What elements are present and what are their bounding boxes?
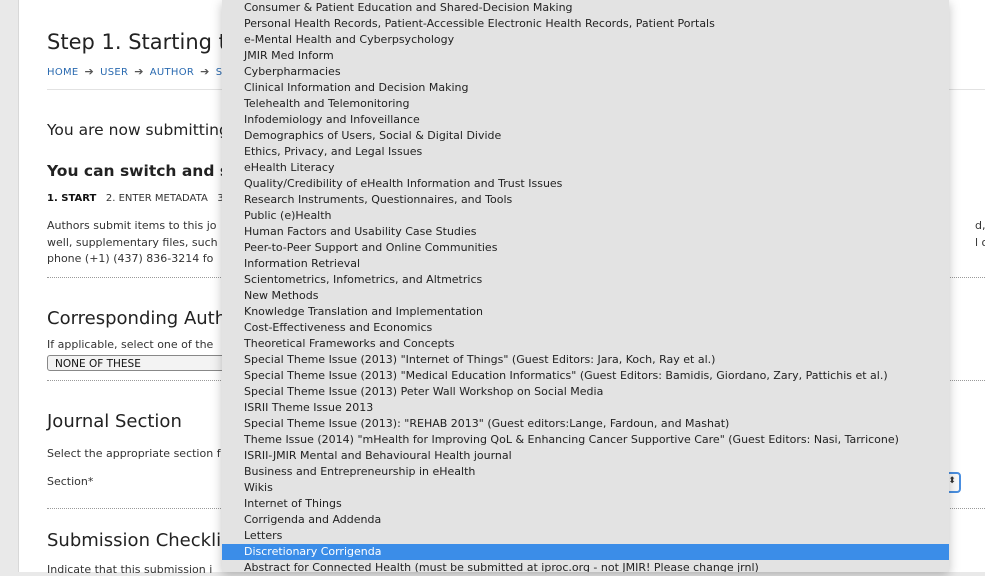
- dropdown-option[interactable]: Special Theme Issue (2013) Peter Wall Wo…: [222, 384, 949, 400]
- step-enter-metadata[interactable]: 2. ENTER METADATA: [106, 193, 208, 204]
- corresponding-author-select[interactable]: NONE OF THESE: [47, 355, 237, 371]
- breadcrumb: HOME➔USER➔AUTHOR➔SU: [47, 65, 230, 78]
- breadcrumb-home[interactable]: HOME: [47, 67, 79, 78]
- dropdown-option[interactable]: e-Mental Health and Cyberpsychology: [222, 32, 949, 48]
- dropdown-option[interactable]: Scientometrics, Infometrics, and Altmetr…: [222, 272, 949, 288]
- dropdown-option[interactable]: Consumer & Patient Education and Shared-…: [222, 0, 949, 16]
- dropdown-option[interactable]: Business and Entrepreneurship in eHealth: [222, 464, 949, 480]
- dropdown-option[interactable]: Theoretical Frameworks and Concepts: [222, 336, 949, 352]
- dropdown-option[interactable]: Knowledge Translation and Implementation: [222, 304, 949, 320]
- dropdown-option[interactable]: New Methods: [222, 288, 949, 304]
- journal-section-instruction: Select the appropriate section f: [47, 447, 221, 460]
- dropdown-option[interactable]: Internet of Things: [222, 496, 949, 512]
- paragraph-line-3: phone (+1) (437) 836-3214 fo: [47, 252, 214, 265]
- arrow-right-icon: ➔: [134, 65, 144, 78]
- dropdown-option[interactable]: Research Instruments, Questionnaires, an…: [222, 192, 949, 208]
- section-label: Section*: [47, 475, 94, 488]
- paragraph-line-2: well, supplementary files, such: [47, 235, 218, 249]
- dropdown-option[interactable]: Cyberpharmacies: [222, 64, 949, 80]
- paragraph-line-2-end: l or: [975, 235, 985, 249]
- dropdown-option[interactable]: Special Theme Issue (2013): "REHAB 2013"…: [222, 416, 949, 432]
- dropdown-option[interactable]: ISRII-JMIR Mental and Behavioural Health…: [222, 448, 949, 464]
- dropdown-option-selected[interactable]: Discretionary Corrigenda: [222, 544, 949, 560]
- dropdown-option[interactable]: eHealth Literacy: [222, 160, 949, 176]
- step-start[interactable]: 1. START: [47, 193, 96, 204]
- dropdown-option[interactable]: Quality/Credibility of eHealth Informati…: [222, 176, 949, 192]
- paragraph-line-1-end: d, as: [975, 219, 985, 232]
- breadcrumb-user[interactable]: USER: [100, 67, 128, 78]
- dropdown-option[interactable]: Abstract for Connected Health (must be s…: [222, 560, 949, 572]
- dropdown-option[interactable]: Special Theme Issue (2013) "Internet of …: [222, 352, 949, 368]
- switch-heading: You can switch and su: [47, 162, 241, 180]
- dropdown-option[interactable]: ISRII Theme Issue 2013: [222, 400, 949, 416]
- dropdown-option[interactable]: Human Factors and Usability Case Studies: [222, 224, 949, 240]
- journal-section-heading: Journal Section: [47, 411, 182, 432]
- dropdown-option[interactable]: Theme Issue (2014) "mHealth for Improvin…: [222, 432, 949, 448]
- arrow-right-icon: ➔: [84, 65, 95, 78]
- dropdown-option[interactable]: Peer-to-Peer Support and Online Communit…: [222, 240, 949, 256]
- dropdown-option[interactable]: Demographics of Users, Social & Digital …: [222, 128, 949, 144]
- dropdown-option[interactable]: Telehealth and Telemonitoring: [222, 96, 949, 112]
- section-dropdown-list[interactable]: Consumer & Patient Education and Shared-…: [222, 0, 949, 572]
- dropdown-option[interactable]: Clinical Information and Decision Making: [222, 80, 949, 96]
- corresponding-author-heading: Corresponding Auth: [47, 308, 227, 329]
- checklist-instruction: Indicate that this submission i: [47, 563, 213, 576]
- dropdown-option[interactable]: Cost-Effectiveness and Economics: [222, 320, 949, 336]
- dropdown-option[interactable]: Personal Health Records, Patient-Accessi…: [222, 16, 949, 32]
- dropdown-option[interactable]: Information Retrieval: [222, 256, 949, 272]
- dropdown-option[interactable]: Special Theme Issue (2013) "Medical Educ…: [222, 368, 949, 384]
- paragraph-line-1: Authors submit items to this jo: [47, 219, 217, 232]
- dropdown-option[interactable]: Infodemiology and Infoveillance: [222, 112, 949, 128]
- lead-text: You are now submitting: [47, 121, 229, 139]
- submission-checklist-heading: Submission Checkli: [47, 530, 222, 551]
- dropdown-option[interactable]: Public (e)Health: [222, 208, 949, 224]
- arrow-right-icon: ➔: [200, 65, 210, 78]
- breadcrumb-author[interactable]: AUTHOR: [150, 67, 194, 78]
- corresponding-instruction: If applicable, select one of the: [47, 338, 214, 351]
- dropdown-option[interactable]: JMIR Med Inform: [222, 48, 949, 64]
- dropdown-option[interactable]: Wikis: [222, 480, 949, 496]
- step-navigation: 1. START 2. ENTER METADATA 3.: [47, 193, 227, 204]
- dropdown-option[interactable]: Corrigenda and Addenda: [222, 512, 949, 528]
- dropdown-option[interactable]: Ethics, Privacy, and Legal Issues: [222, 144, 949, 160]
- dropdown-option[interactable]: Letters: [222, 528, 949, 544]
